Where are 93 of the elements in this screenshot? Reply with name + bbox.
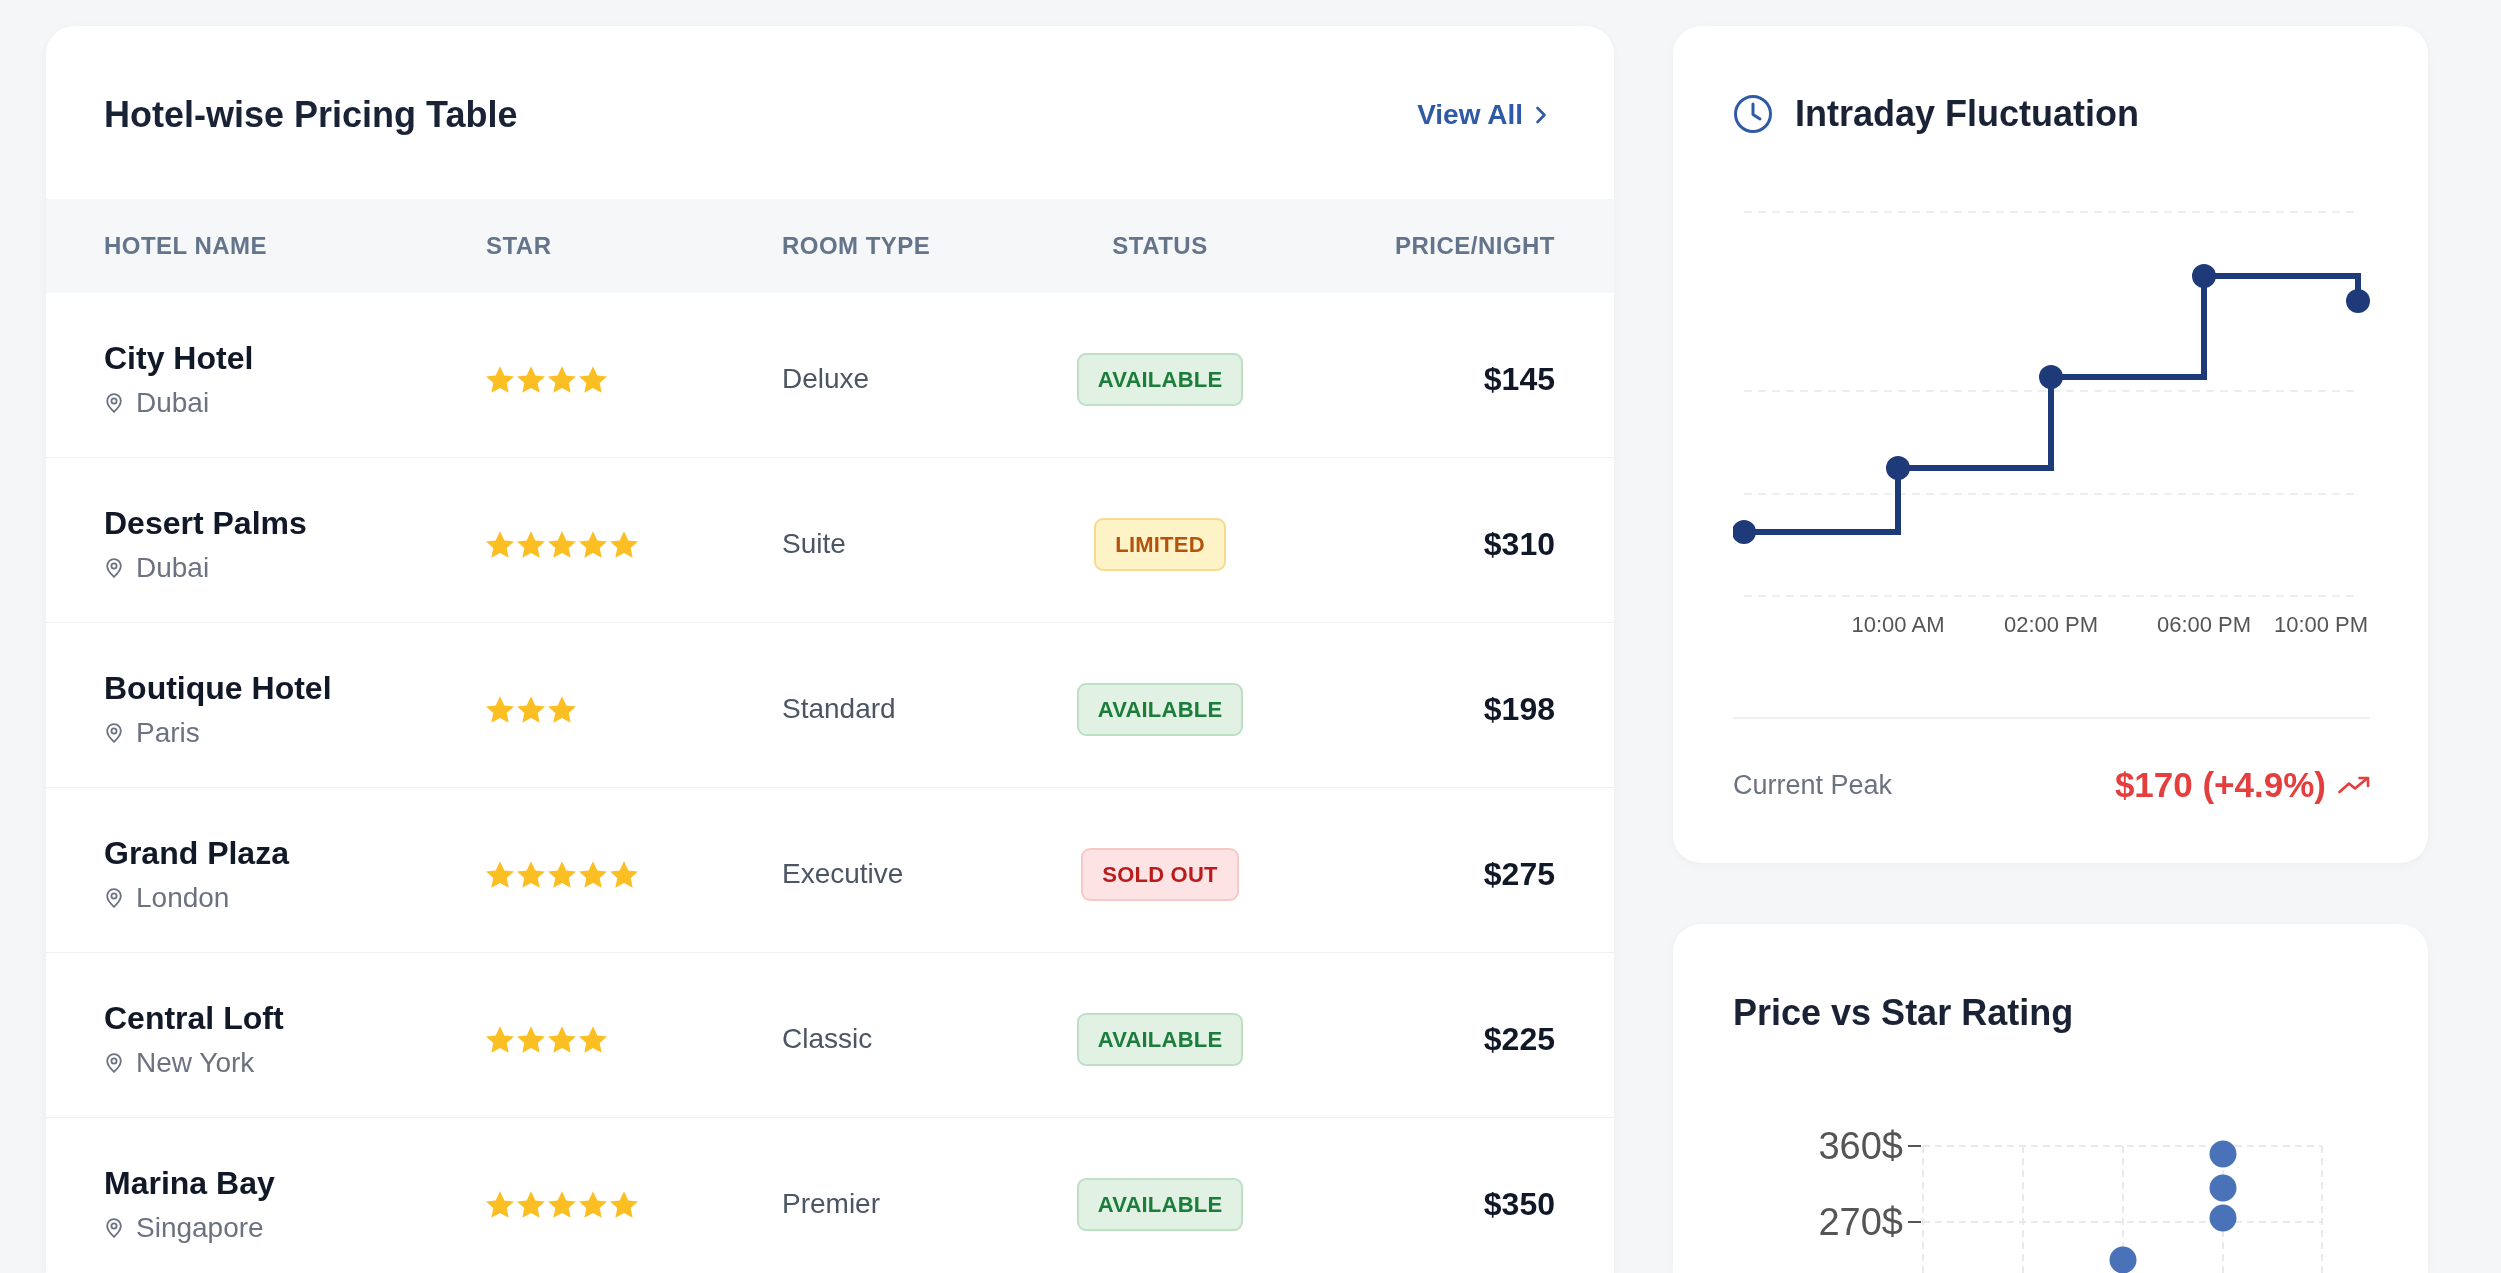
room-type: Standard: [782, 692, 897, 726]
star-icon: [548, 860, 576, 888]
room-type: Deluxe: [782, 362, 871, 396]
star-icon: [579, 860, 607, 888]
price: $145: [1482, 360, 1555, 399]
scatter-point: [2209, 1174, 2237, 1202]
star-icon: [517, 365, 545, 393]
hotel-name: Desert Palms: [104, 503, 308, 543]
location-pin-icon: [106, 392, 122, 413]
price: $225: [1482, 1020, 1555, 1059]
axis-label: 10:00 AM: [1851, 612, 1945, 637]
chevron-right-icon: [1535, 106, 1547, 124]
status-badge: SOLD OUT: [1081, 847, 1239, 901]
star-icon: [548, 695, 576, 723]
location-pin-icon: [106, 722, 122, 743]
star-icon: [548, 1025, 576, 1053]
status-badge: AVAILABLE: [1076, 1177, 1244, 1231]
status-badge: LIMITED: [1094, 517, 1226, 571]
star-icon: [610, 860, 638, 888]
star-icon: [517, 1190, 545, 1218]
star-icon: [517, 530, 545, 558]
location-pin-icon: [106, 557, 122, 578]
hotel-location: Dubai: [136, 550, 210, 585]
star-icon: [486, 530, 514, 558]
price: $275: [1482, 855, 1555, 894]
hotel-name: Boutique Hotel: [104, 668, 333, 708]
chart-point: [2346, 289, 2370, 313]
price: $350: [1482, 1185, 1555, 1224]
hotel-location: London: [136, 880, 230, 915]
hotel-name: City Hotel: [104, 338, 255, 378]
trend-up-icon: [2338, 776, 2370, 794]
column-header: PRICE/NIGHT: [1394, 231, 1555, 261]
column-header: ROOM TYPE: [782, 231, 932, 261]
hotel-location: Singapore: [136, 1210, 264, 1245]
peak-label: Current Peak: [1733, 769, 1893, 802]
status-badge: AVAILABLE: [1076, 352, 1244, 406]
hotel-name: Grand Plaza: [104, 833, 291, 873]
card-title: Intraday Fluctuation: [1795, 92, 2140, 136]
axis-label: 360$: [1818, 1125, 1903, 1167]
star-icon: [486, 365, 514, 393]
axis-label: 02:00 PM: [2003, 612, 2099, 637]
location-pin-icon: [106, 1217, 122, 1238]
scatter-point: [2109, 1246, 2137, 1273]
hotel-location: Paris: [136, 715, 200, 750]
hotel-name: Central Loft: [104, 998, 285, 1038]
room-type: Classic: [782, 1022, 874, 1056]
scatter-point: [2209, 1140, 2237, 1168]
axis-label: 10:00 PM: [2273, 612, 2369, 637]
location-pin-icon: [106, 887, 122, 908]
peak-value: $170 (+4.9%): [2114, 764, 2326, 806]
chart-point: [2192, 264, 2216, 288]
star-icon: [548, 1190, 576, 1218]
view-all-link[interactable]: View All: [1417, 97, 1547, 133]
star-icon: [486, 860, 514, 888]
star-icon: [610, 530, 638, 558]
star-icon: [517, 1025, 545, 1053]
room-type: Executive: [782, 857, 905, 891]
star-icon: [579, 365, 607, 393]
room-type: Suite: [782, 527, 847, 561]
column-header: HOTEL NAME: [104, 231, 269, 261]
star-icon: [548, 530, 576, 558]
location-pin-icon: [106, 1052, 122, 1073]
scatter-point: [2209, 1204, 2237, 1232]
star-icon: [517, 860, 545, 888]
table-title: Hotel-wise Pricing Table: [104, 93, 518, 137]
star-icon: [486, 695, 514, 723]
star-icon: [579, 1025, 607, 1053]
status-badge: AVAILABLE: [1076, 682, 1244, 736]
hotel-location: Dubai: [136, 385, 210, 420]
star-icon: [486, 1025, 514, 1053]
price: $310: [1482, 525, 1555, 564]
axis-label: 270$: [1818, 1201, 1903, 1243]
card-title: Price vs Star Rating: [1733, 991, 2075, 1035]
status-badge: AVAILABLE: [1076, 1012, 1244, 1066]
clock-icon: [1733, 94, 1773, 134]
star-icon: [579, 530, 607, 558]
tick-mark: [1907, 1221, 1922, 1223]
star-icon: [579, 1190, 607, 1218]
star-icon: [486, 1190, 514, 1218]
axis-label: 06:00 PM: [2156, 612, 2252, 637]
star-icon: [548, 365, 576, 393]
room-type: Premier: [782, 1187, 881, 1221]
price: $198: [1482, 690, 1555, 729]
hotel-location: New York: [136, 1045, 255, 1080]
chart-point: [1886, 456, 1910, 480]
chart-point: [2039, 365, 2063, 389]
star-icon: [610, 1190, 638, 1218]
hotel-name: Marina Bay: [104, 1163, 276, 1203]
tick-mark: [1907, 1145, 1922, 1147]
chart-point: [1733, 520, 1756, 544]
column-header: STAR: [486, 231, 553, 261]
star-icon: [517, 695, 545, 723]
column-header: STATUS: [1111, 231, 1209, 261]
